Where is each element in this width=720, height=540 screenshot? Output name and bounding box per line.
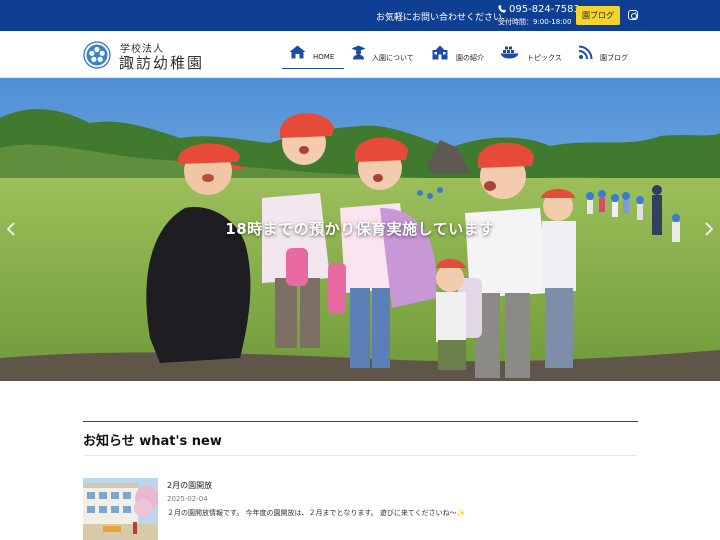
- nav-admission-label: 入園について: [372, 54, 414, 62]
- phone-icon: [498, 5, 506, 13]
- nav-about[interactable]: 園の紹介: [432, 45, 492, 71]
- business-hours: 受付時間：9:00-18:00: [498, 18, 572, 26]
- slider-prev-icon[interactable]: [6, 222, 16, 236]
- news-item-excerpt: ２月の園開放情報です。 今年度の園開放は、２月までとなります。 遊びに来てくださ…: [167, 509, 466, 517]
- phone-link[interactable]: 095-824-7583: [498, 4, 580, 15]
- nav-home-label: HOME: [313, 53, 335, 61]
- slider-next-icon[interactable]: [704, 222, 714, 236]
- hero-slider[interactable]: 18時までの預かり保育実施しています: [0, 78, 720, 381]
- feed-icon: [578, 45, 593, 60]
- site-header: 学校法人 諏訪幼稚園 HOME 入園について 園の紹介 トピックス 園ブログ: [0, 31, 720, 78]
- news-item-thumbnail[interactable]: [83, 478, 158, 540]
- graduate-icon: [351, 45, 366, 60]
- nav-topics[interactable]: トピックス: [500, 45, 566, 71]
- contact-text: お気軽にお問い合わせください: [376, 13, 503, 23]
- news-divider: [83, 455, 638, 456]
- top-bar: お気軽にお問い合わせください 095-824-7583 受付時間：9:00-18…: [0, 0, 720, 31]
- phone-number: 095-824-7583: [509, 4, 580, 15]
- hero-caption: 18時までの預かり保育実施しています: [225, 220, 495, 238]
- building-icon: [432, 45, 448, 60]
- nav-blog-label: 園ブログ: [600, 54, 628, 62]
- instagram-icon[interactable]: [628, 10, 638, 20]
- blog-button[interactable]: 園ブログ: [576, 6, 620, 25]
- nav-about-label: 園の紹介: [456, 54, 484, 62]
- news-top-rule: [83, 421, 638, 422]
- nav-home[interactable]: HOME: [282, 45, 344, 69]
- nav-blog[interactable]: 園ブログ: [578, 45, 634, 71]
- news-heading: お知らせ what's new: [83, 434, 222, 449]
- ship-icon: [500, 46, 519, 59]
- news-item-title[interactable]: 2月の園開放: [167, 480, 212, 491]
- news-item-date: 2025-02-04: [167, 495, 208, 503]
- logo-school-name[interactable]: 諏訪幼稚園: [119, 52, 204, 73]
- news-thumbnail-image: [83, 478, 158, 540]
- nav-topics-label: トピックス: [527, 54, 562, 62]
- nav-admission[interactable]: 入園について: [351, 45, 421, 71]
- school-emblem-icon[interactable]: [83, 41, 111, 69]
- home-icon: [289, 45, 306, 59]
